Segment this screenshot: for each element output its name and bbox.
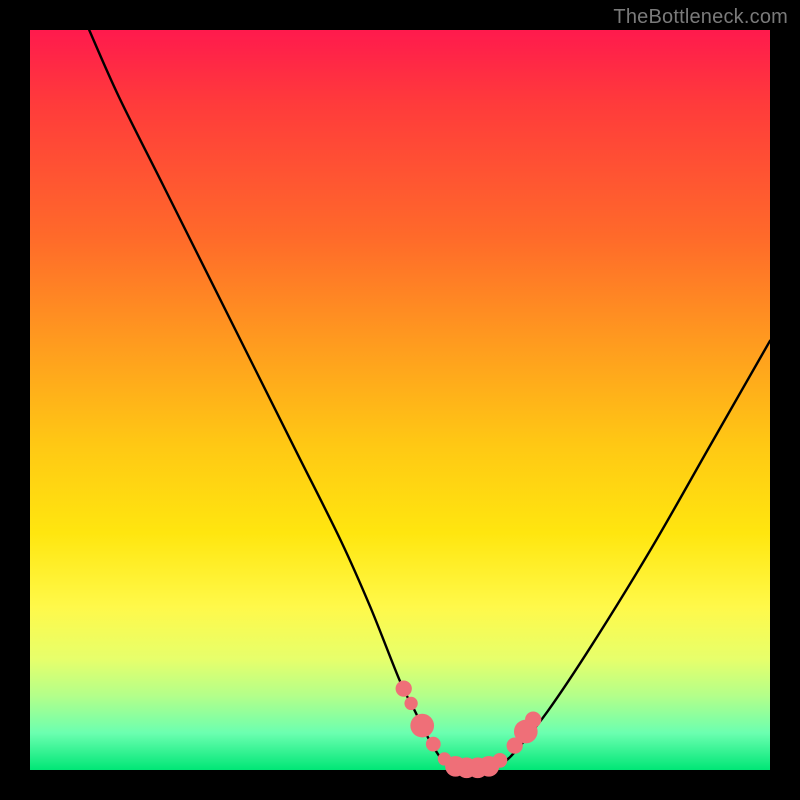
curve-marker: [404, 697, 417, 710]
curve-marker: [493, 753, 508, 768]
marker-group: [396, 680, 542, 778]
plot-area: [30, 30, 770, 770]
curve-marker: [410, 714, 434, 738]
curve-marker: [525, 712, 541, 728]
watermark-text: TheBottleneck.com: [613, 6, 788, 29]
chart-frame: TheBottleneck.com: [0, 0, 800, 800]
bottleneck-curve-svg: [30, 30, 770, 770]
curve-marker: [396, 680, 412, 696]
curve-marker: [426, 737, 441, 752]
bottleneck-curve-path: [89, 30, 770, 771]
